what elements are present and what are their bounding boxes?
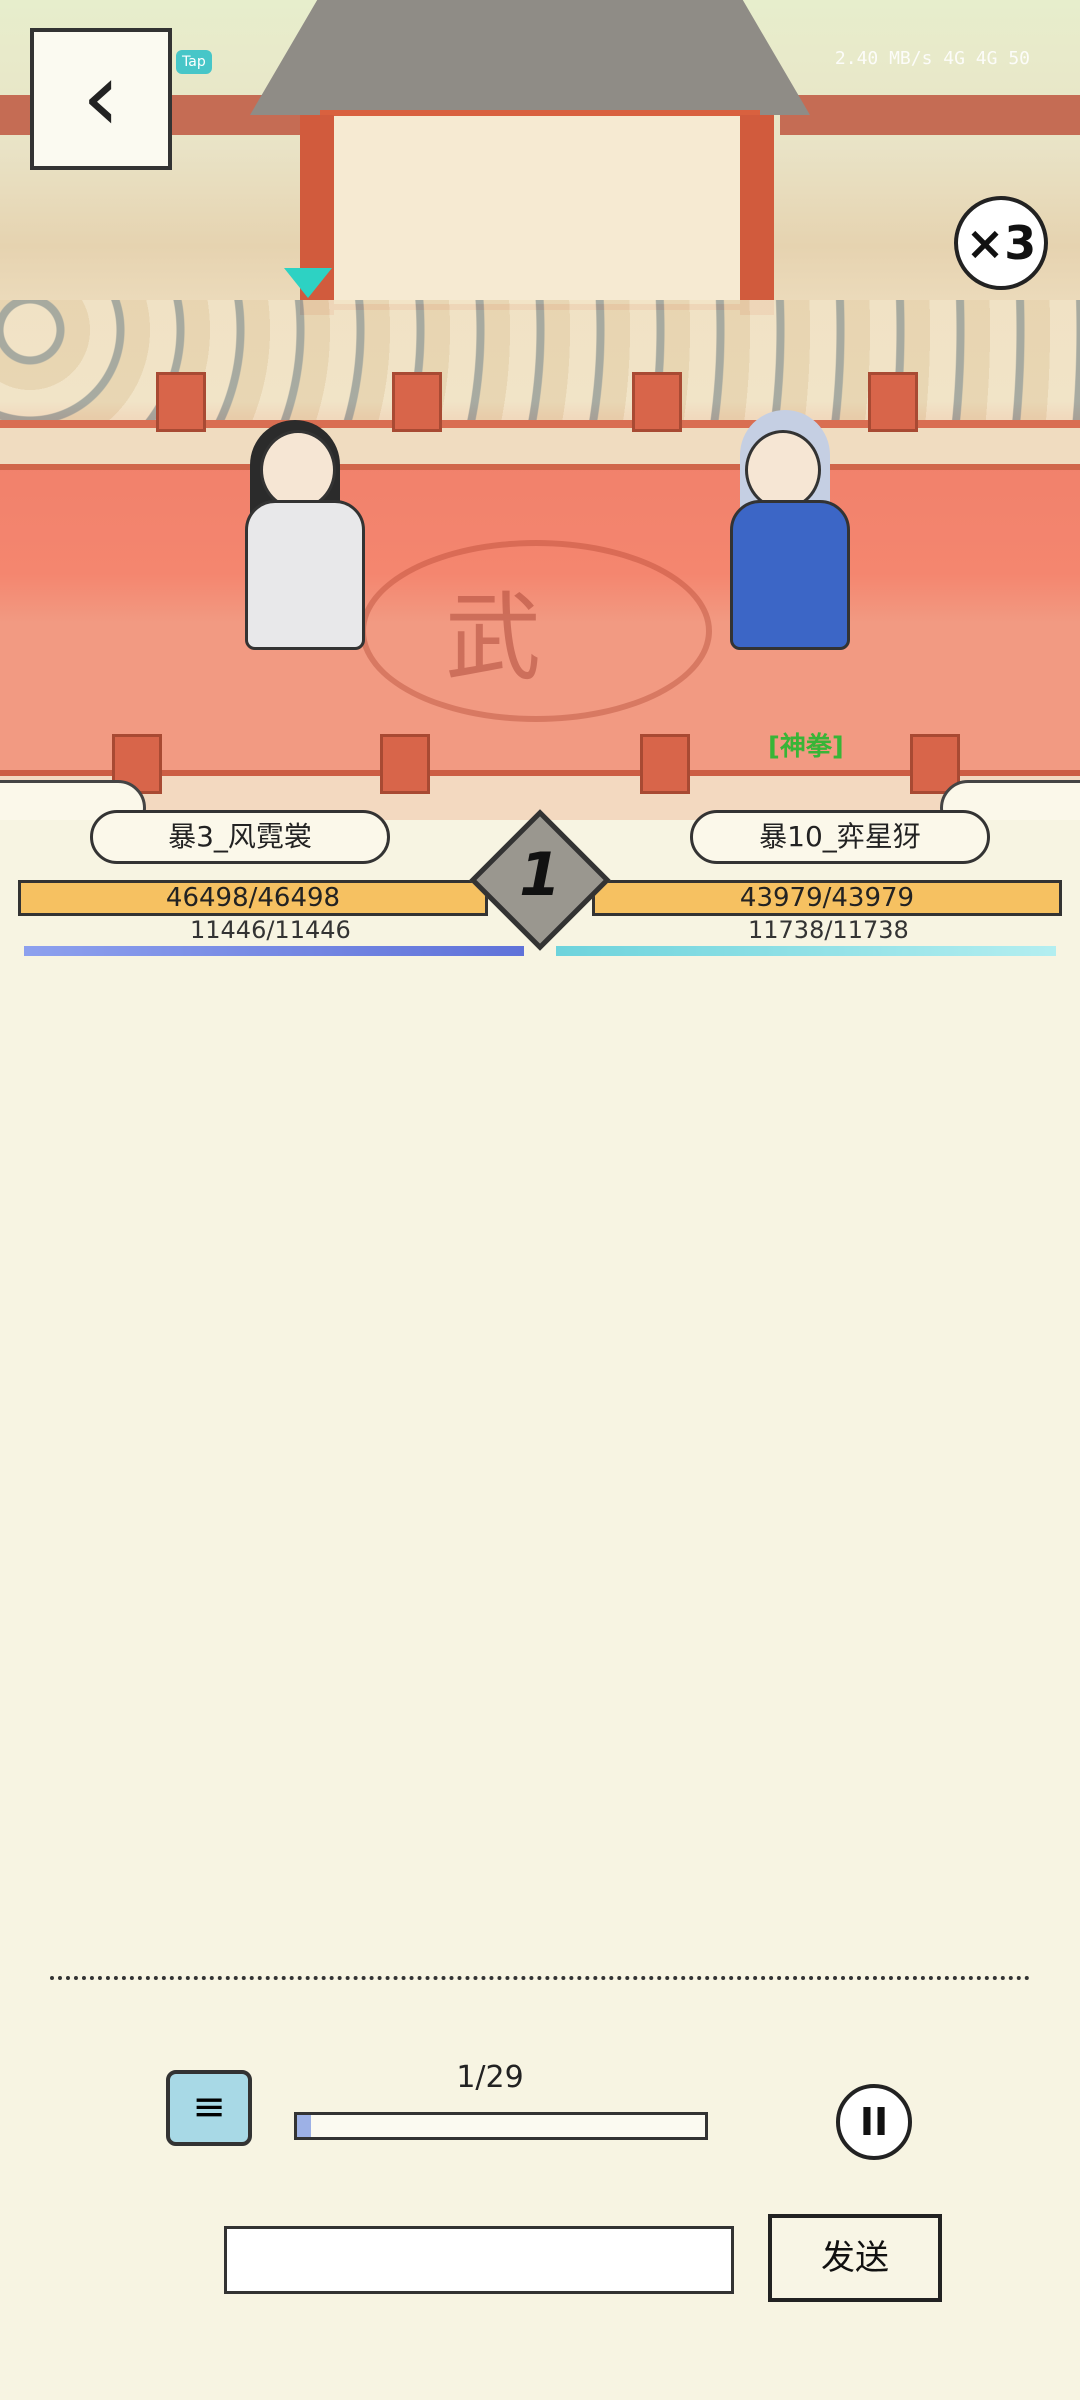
left-hp-bar: 46498/46498 [18, 880, 488, 916]
railing-post [156, 372, 206, 432]
right-mp-bar [556, 946, 1056, 956]
skill-tag: [神拳] [768, 732, 844, 762]
battle-progress-label: 1/29 [456, 2060, 524, 2095]
railing-post [632, 372, 682, 432]
pause-icon: II [859, 2100, 889, 2144]
pause-button[interactable]: II [836, 2084, 912, 2160]
fighter-head [260, 430, 336, 510]
railing-post [392, 372, 442, 432]
right-fighter-name: 暴10_弈星犽 [690, 810, 990, 864]
main-hall [320, 110, 760, 310]
battle-progress-fill [297, 2115, 312, 2137]
fighter-robe [730, 500, 850, 650]
chat-log-icon[interactable]: ≡ [166, 2070, 252, 2146]
speed-toggle-button[interactable]: ×3 [954, 196, 1048, 290]
railing-post [640, 734, 690, 794]
battle-progress-bar [294, 2112, 708, 2140]
back-button[interactable]: ‹ [30, 28, 172, 170]
right-hp-bar: 43979/43979 [592, 880, 1062, 916]
fighter-head [745, 430, 821, 510]
round-number: 1 [519, 840, 561, 910]
left-mp-bar [24, 946, 524, 956]
signal-indicator: 4G 4G [943, 48, 998, 69]
railing-post [380, 734, 430, 794]
floor-emblem-character: 武 [445, 582, 541, 694]
chat-input[interactable] [224, 2226, 734, 2294]
left-mp-value: 11446/11446 [190, 916, 351, 944]
log-divider [50, 1976, 1030, 1980]
net-speed: 2.40 MB/s [834, 48, 933, 69]
railing-post [868, 372, 918, 432]
right-mp-value: 11738/11738 [748, 916, 909, 944]
right-pavilion-roof [780, 95, 1080, 135]
status-bar: 2.40 MB/s 4G 4G 50 [835, 48, 1030, 69]
active-turn-marker [284, 268, 332, 298]
left-fighter-name: 暴3_风霓裳 [90, 810, 390, 864]
tap-badge: Tap [176, 50, 212, 74]
send-button[interactable]: 发送 [768, 2214, 942, 2302]
chevron-left-icon: ‹ [81, 41, 121, 153]
main-hall-roof [250, 0, 810, 115]
fighter-left [220, 400, 390, 650]
fighter-right [700, 400, 870, 650]
hall-pillar [740, 115, 774, 315]
battery-level: 50 [1008, 48, 1030, 69]
fighter-robe [245, 500, 365, 650]
